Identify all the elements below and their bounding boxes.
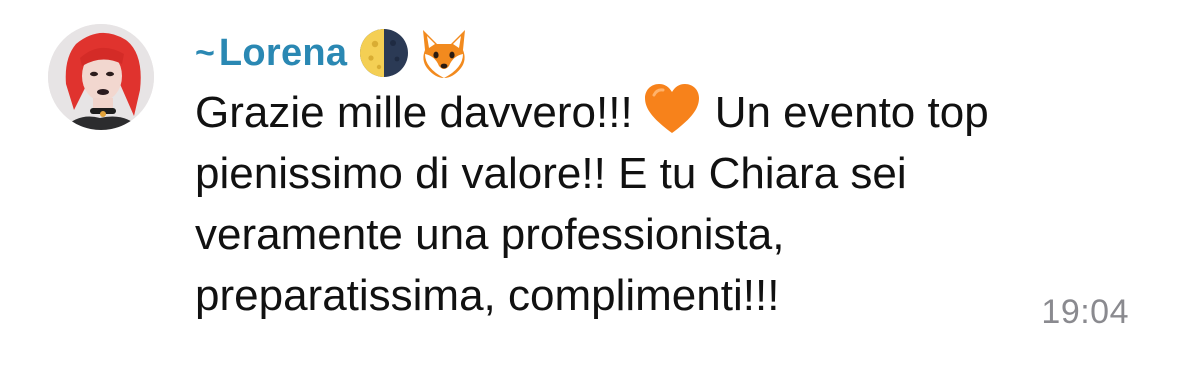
message-line: preparatissima, complimenti!!! — [195, 271, 780, 320]
message-text: Grazie mille davvero!!! Un evento top pie… — [195, 82, 1135, 326]
sender-tilde: ~ — [195, 34, 215, 72]
message-line: Grazie mille davvero!!! Un evento top — [195, 82, 1135, 143]
avatar[interactable] — [48, 24, 154, 130]
sender-name[interactable]: Lorena — [219, 34, 348, 72]
moon-icon — [357, 26, 411, 80]
chat-message[interactable]: ~ Lorena Grazie mille davvero!!! Un even… — [0, 0, 1179, 378]
message-line: pienissimo di valore!! E tu Chiara sei — [195, 149, 907, 198]
message-text-part: Grazie mille davvero!!! — [195, 88, 633, 137]
message-timestamp: 19:04 — [1041, 293, 1129, 331]
message-text-part: Un evento top — [714, 88, 989, 137]
avatar-photo — [48, 24, 154, 130]
sender-header[interactable]: ~ Lorena — [195, 22, 471, 84]
message-line: veramente una professionista, — [195, 210, 785, 259]
fox-icon — [417, 26, 471, 80]
orange-heart-icon — [643, 83, 701, 135]
